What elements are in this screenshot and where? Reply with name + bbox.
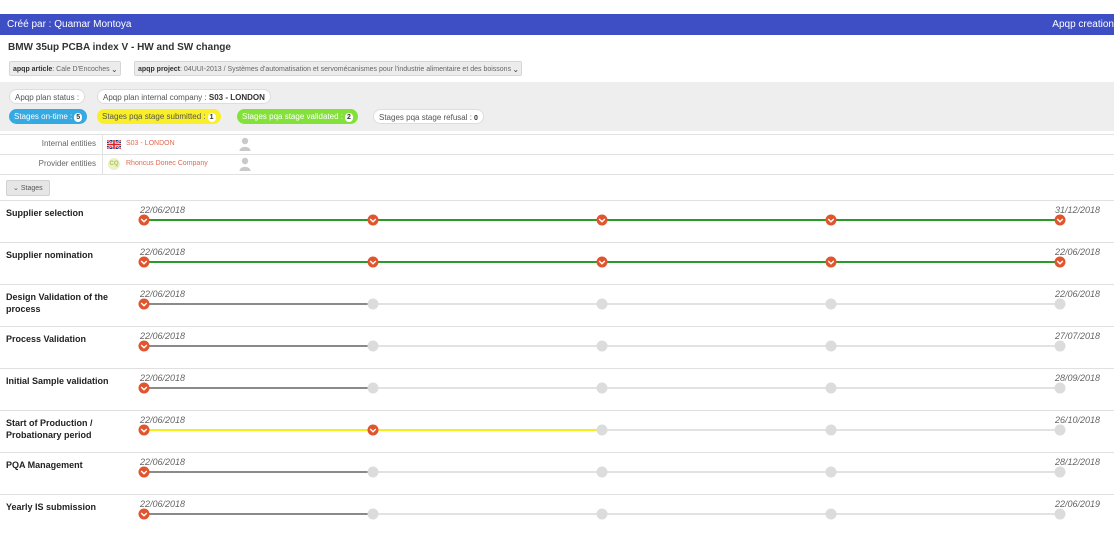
stage-row[interactable]: Process Validation 22/06/2018 27/07/2018 xyxy=(0,326,1114,368)
milestone-pending-icon[interactable] xyxy=(1054,424,1066,436)
milestone-done-icon[interactable] xyxy=(1054,214,1066,226)
created-by: Créé par : Quamar Montoya xyxy=(7,19,132,30)
stage-row[interactable]: PQA Management 22/06/2018 28/12/2018 xyxy=(0,452,1114,494)
stages-validated-label: Stages pqa stage validated : xyxy=(242,112,343,121)
stage-row[interactable]: Start of Production / Probationary perio… xyxy=(0,410,1114,452)
stage-timeline xyxy=(138,298,1066,310)
apqp-project-select[interactable]: apqp project: 04UUI-2013 / Systèmes d'au… xyxy=(134,61,523,76)
plan-status-label: Apqp plan status : xyxy=(15,93,80,102)
milestone-done-icon[interactable] xyxy=(138,256,150,268)
milestone-pending-icon[interactable] xyxy=(596,298,608,310)
milestone-done-icon[interactable] xyxy=(596,214,608,226)
apqp-article-select[interactable]: apqp article: Cale D'Encoches ⌄ xyxy=(9,61,121,76)
milestone-done-icon[interactable] xyxy=(825,214,837,226)
milestone-done-icon[interactable] xyxy=(138,424,150,436)
milestone-pending-icon[interactable] xyxy=(1054,298,1066,310)
stage-row[interactable]: Supplier nomination 22/06/2018 22/06/2018 xyxy=(0,242,1114,284)
milestone-pending-icon[interactable] xyxy=(367,508,379,520)
plan-title: BMW 35up PCBA index V - HW and SW change xyxy=(8,42,231,53)
milestone-pending-icon[interactable] xyxy=(596,466,608,478)
stages-submitted-label: Stages pqa stage submitted : xyxy=(102,112,206,121)
internal-entity-link[interactable]: S03 - LONDON xyxy=(126,135,175,153)
entities-divider xyxy=(0,174,1114,175)
stages-toggle-label: Stages xyxy=(20,185,43,192)
internal-entities-row: Internal entities S03 - LONDON xyxy=(0,134,1114,154)
apqp-article-label: apqp article xyxy=(13,66,53,73)
stage-timeline xyxy=(138,424,1066,436)
milestone-pending-icon[interactable] xyxy=(825,424,837,436)
provider-logo: CQ xyxy=(108,158,120,170)
stage-timeline xyxy=(138,466,1066,478)
provider-entities-label: Provider entities xyxy=(0,155,103,174)
milestone-pending-icon[interactable] xyxy=(596,424,608,436)
milestone-pending-icon[interactable] xyxy=(596,508,608,520)
chevron-down-icon: ⌄ xyxy=(512,65,520,74)
internal-company-value: S03 - LONDON xyxy=(208,93,265,102)
chevron-down-icon: ⌄ xyxy=(13,185,19,192)
stages-toggle-button[interactable]: ⌄ Stages xyxy=(6,180,50,196)
stage-row[interactable]: Yearly IS submission 22/06/2018 22/06/2019 xyxy=(0,494,1114,536)
milestone-done-icon[interactable] xyxy=(367,424,379,436)
stages-on-time-label: Stages on-time : xyxy=(14,112,73,121)
stages-submitted-badge[interactable]: Stages pqa stage submitted :1 xyxy=(97,109,221,124)
stage-row[interactable]: Design Validation of the process 22/06/20… xyxy=(0,284,1114,326)
milestone-done-icon[interactable] xyxy=(138,382,150,394)
stage-row[interactable]: Initial Sample validation 22/06/2018 28/09… xyxy=(0,368,1114,410)
stage-timeline xyxy=(138,256,1066,268)
milestone-pending-icon[interactable] xyxy=(367,466,379,478)
milestone-pending-icon[interactable] xyxy=(825,508,837,520)
stage-row[interactable]: Supplier selection 22/06/2018 31/12/2018 xyxy=(0,200,1114,242)
milestone-done-icon[interactable] xyxy=(367,256,379,268)
milestone-pending-icon[interactable] xyxy=(367,340,379,352)
stages-validated-badge[interactable]: Stages pqa stage validated :2 xyxy=(237,109,358,124)
milestone-pending-icon[interactable] xyxy=(825,340,837,352)
stages-refusal-label: Stages pqa stage refusal : xyxy=(379,113,472,122)
uk-flag-icon xyxy=(107,140,121,149)
milestone-done-icon[interactable] xyxy=(138,298,150,310)
stages-refusal-badge[interactable]: Stages pqa stage refusal :0 xyxy=(373,109,484,124)
stage-timeline xyxy=(138,382,1066,394)
milestone-done-icon[interactable] xyxy=(138,214,150,226)
milestone-pending-icon[interactable] xyxy=(1054,466,1066,478)
stage-timeline xyxy=(138,340,1066,352)
plan-status-badge: Apqp plan status : xyxy=(9,89,86,104)
stages-on-time-count: 5 xyxy=(74,113,83,122)
milestone-done-icon[interactable] xyxy=(596,256,608,268)
internal-company-badge: Apqp plan internal company : S03 - LONDO… xyxy=(97,89,271,104)
stage-timeline xyxy=(138,508,1066,520)
stages-refusal-count: 0 xyxy=(473,114,478,123)
apqp-project-label: apqp project xyxy=(138,66,181,73)
stages-validated-count: 2 xyxy=(344,113,353,122)
app-title: Apqp creation xyxy=(1052,19,1114,30)
milestone-done-icon[interactable] xyxy=(138,340,150,352)
milestone-pending-icon[interactable] xyxy=(1054,382,1066,394)
milestone-pending-icon[interactable] xyxy=(596,340,608,352)
apqp-project-value: : 04UUI-2013 / Systèmes d'automatisation… xyxy=(180,66,512,73)
milestone-done-icon[interactable] xyxy=(1054,256,1066,268)
apqp-article-value: : Cale D'Encoches xyxy=(52,66,110,73)
milestone-pending-icon[interactable] xyxy=(367,382,379,394)
user-icon[interactable] xyxy=(239,137,251,151)
milestone-done-icon[interactable] xyxy=(138,508,150,520)
milestone-pending-icon[interactable] xyxy=(825,466,837,478)
milestone-done-icon[interactable] xyxy=(825,256,837,268)
chevron-down-icon: ⌄ xyxy=(110,65,118,74)
milestone-done-icon[interactable] xyxy=(367,214,379,226)
milestone-pending-icon[interactable] xyxy=(825,298,837,310)
milestone-pending-icon[interactable] xyxy=(1054,340,1066,352)
milestone-pending-icon[interactable] xyxy=(367,298,379,310)
milestone-pending-icon[interactable] xyxy=(1054,508,1066,520)
user-icon[interactable] xyxy=(239,157,251,171)
top-bar: Créé par : Quamar Montoya Apqp creation xyxy=(0,14,1114,35)
milestone-pending-icon[interactable] xyxy=(825,382,837,394)
milestone-done-icon[interactable] xyxy=(138,466,150,478)
provider-entities-row: Provider entities CQ Rhoncus Donec Compa… xyxy=(0,154,1114,174)
stages-submitted-count: 1 xyxy=(207,113,216,122)
internal-entities-label: Internal entities xyxy=(0,135,103,154)
stages-on-time-badge[interactable]: Stages on-time :5 xyxy=(9,109,88,124)
provider-entity-link[interactable]: Rhoncus Donec Company xyxy=(126,155,208,173)
internal-company-label: Apqp plan internal company : xyxy=(103,93,207,102)
milestone-pending-icon[interactable] xyxy=(596,382,608,394)
stage-timeline xyxy=(138,214,1066,226)
